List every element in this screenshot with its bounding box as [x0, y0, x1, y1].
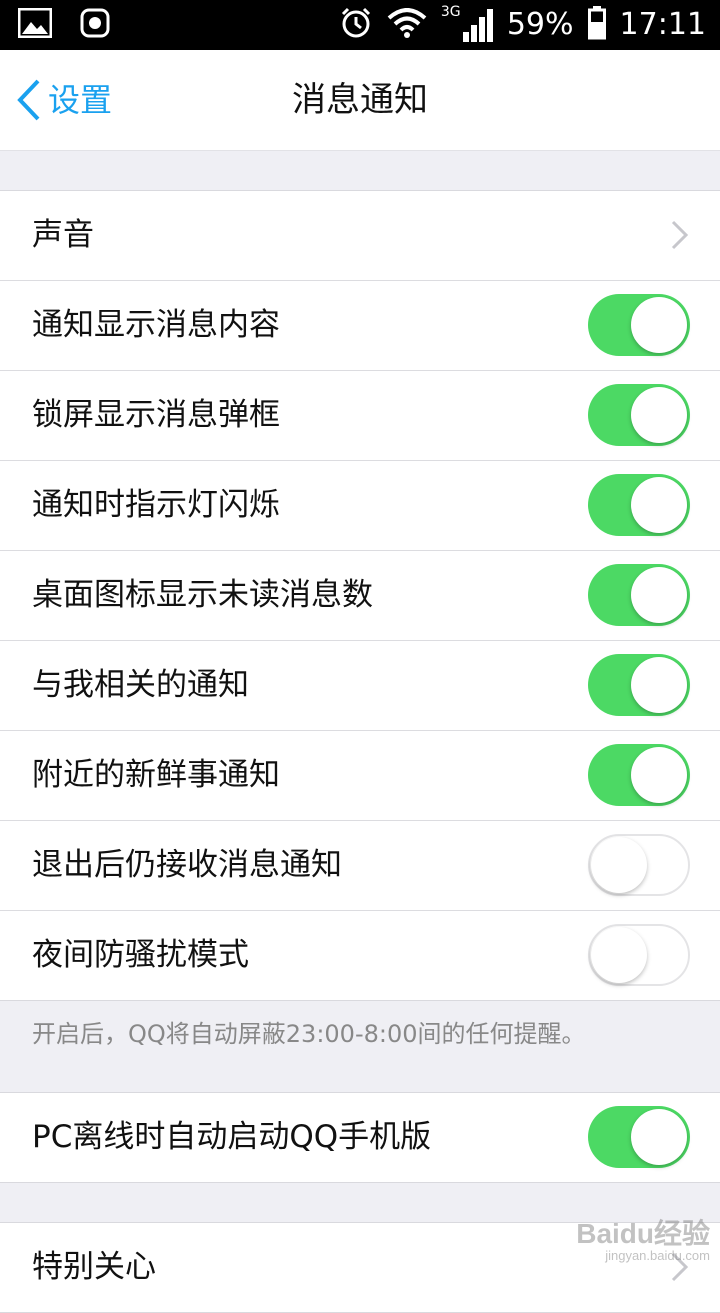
row-label: 附近的新鲜事通知: [32, 757, 280, 793]
battery-percent: 59%: [506, 7, 574, 42]
row-related-notifications: 与我相关的通知: [0, 641, 720, 731]
row-unread-badge: 桌面图标显示未读消息数: [0, 551, 720, 641]
row-label: 通知显示消息内容: [32, 307, 280, 343]
row-label: 夜间防骚扰模式: [32, 937, 249, 973]
wifi-icon: [387, 8, 427, 42]
toggle-switch[interactable]: [588, 924, 690, 986]
toggle-switch[interactable]: [588, 294, 690, 356]
row-label: 锁屏显示消息弹框: [32, 397, 280, 433]
network-type: 3G: [440, 4, 461, 20]
night-mode-footnote: 开启后，QQ将自动屏蔽23:00-8:00间的任何提醒。: [32, 1020, 586, 1048]
signal-icon: 3G: [441, 4, 493, 42]
row-label: 与我相关的通知: [32, 667, 249, 703]
row-show-message-content: 通知显示消息内容: [0, 281, 720, 371]
toggle-switch[interactable]: [588, 834, 690, 896]
watermark-brand: Baidu经验: [576, 1218, 710, 1249]
toggle-switch[interactable]: [588, 744, 690, 806]
row-label: 特别关心: [32, 1249, 156, 1285]
toggle-switch[interactable]: [588, 564, 690, 626]
huawei-icon: [80, 8, 110, 42]
watermark-url: jingyan.baidu.com: [605, 1248, 710, 1263]
toggle-switch[interactable]: [588, 474, 690, 536]
navigation-bar: 设置 消息通知: [0, 50, 720, 151]
row-label: 桌面图标显示未读消息数: [32, 577, 373, 613]
toggle-switch[interactable]: [588, 384, 690, 446]
row-lockscreen-popup: 锁屏显示消息弹框: [0, 371, 720, 461]
notification-settings-group: 声音 通知显示消息内容 锁屏显示消息弹框 通知时指示灯闪烁 桌面图标显示未读消息…: [0, 190, 720, 1001]
pc-offline-group: PC离线时自动启动QQ手机版: [0, 1092, 720, 1183]
row-nearby-news: 附近的新鲜事通知: [0, 731, 720, 821]
clock: 17:11: [619, 7, 706, 42]
toggle-switch[interactable]: [588, 654, 690, 716]
row-night-mode: 夜间防骚扰模式: [0, 911, 720, 1000]
row-led-flash: 通知时指示灯闪烁: [0, 461, 720, 551]
row-label: 通知时指示灯闪烁: [32, 487, 280, 523]
row-label: 声音: [32, 217, 94, 253]
row-label: PC离线时自动启动QQ手机版: [32, 1119, 432, 1155]
status-bar: 3G 59% 17:11: [0, 0, 720, 50]
alarm-icon: [339, 6, 373, 44]
row-receive-after-exit: 退出后仍接收消息通知: [0, 821, 720, 911]
toggle-switch[interactable]: [588, 1106, 690, 1168]
gallery-icon: [17, 7, 53, 42]
chevron-right-icon: [671, 220, 689, 250]
row-pc-offline-autostart: PC离线时自动启动QQ手机版: [0, 1093, 720, 1182]
page-title: 消息通知: [292, 80, 428, 120]
battery-icon: [587, 6, 606, 44]
row-label: 退出后仍接收消息通知: [32, 847, 342, 883]
row-sound[interactable]: 声音: [0, 191, 720, 281]
baidu-watermark: Baidu经验 jingyan.baidu.com: [576, 1212, 710, 1263]
